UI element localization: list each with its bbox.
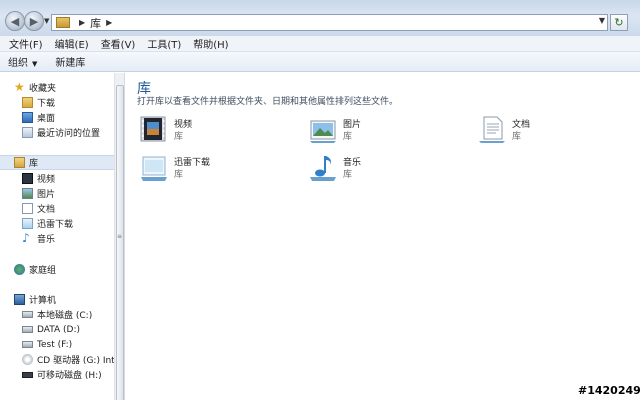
recent-places-icon (22, 127, 33, 138)
nav-item-documents[interactable]: 文档 (22, 201, 55, 216)
nav-item-label: 图片 (37, 190, 56, 200)
documents-library-icon (479, 116, 505, 143)
pictures-library-icon (22, 188, 33, 199)
back-arrow-icon: ◀ (10, 14, 20, 28)
nav-homegroup[interactable]: 家庭组 (14, 262, 56, 277)
nav-drive-g[interactable]: CD 驱动器 (G:) Intelli (22, 352, 114, 367)
organize-button[interactable]: 组织 ▼ (8, 54, 37, 69)
hard-drive-icon (22, 326, 33, 333)
library-content: 库 打开库以查看文件并根据文件夹、日期和其他属性排列这些文件。 视频 库 图片 … (125, 73, 640, 400)
forward-arrow-icon: ▶ (29, 14, 39, 28)
nav-item-label: 下载 (37, 99, 56, 109)
refresh-button[interactable]: ↻ (610, 14, 628, 31)
nav-item-label: 视频 (37, 175, 56, 185)
nav-item-downloads[interactable]: 下载 (22, 95, 55, 110)
image-id-stamp: #1420249 (578, 384, 640, 397)
chevron-down-icon: ▼ (32, 60, 38, 68)
library-icon (14, 157, 25, 168)
nav-item-xunlei-downloads[interactable]: 迅雷下载 (22, 216, 73, 231)
nav-drive-f[interactable]: Test (F:) (22, 337, 72, 352)
title-bar: ◀ ▶ ▼ ▶ 库 ▶ ▼ ↻ (0, 0, 640, 36)
nav-favorites-label: 收藏夹 (29, 84, 57, 94)
tile-type: 库 (343, 132, 353, 142)
menu-edit[interactable]: 编辑(E) (49, 36, 95, 51)
breadcrumb-library[interactable]: 库 (90, 15, 101, 31)
forward-button[interactable]: ▶ (24, 11, 44, 31)
nav-drive-d[interactable]: DATA (D:) (22, 322, 80, 337)
command-bar: 组织 ▼ 新建库 (0, 52, 640, 72)
tile-type: 库 (512, 132, 522, 142)
nav-favorites[interactable]: ★ 收藏夹 (14, 80, 56, 95)
nav-item-pictures[interactable]: 图片 (22, 186, 55, 201)
library-tile-pictures[interactable]: 图片 库 (308, 115, 468, 149)
nav-drive-h[interactable]: 可移动磁盘 (H:) (22, 367, 102, 382)
star-icon: ★ (14, 80, 25, 94)
nav-item-music[interactable]: ♪ 音乐 (22, 231, 55, 246)
nav-item-label: 最近访问的位置 (37, 129, 101, 139)
tile-type: 库 (174, 132, 184, 142)
nav-computer[interactable]: 计算机 (14, 292, 56, 307)
nav-item-desktop[interactable]: 桌面 (22, 110, 55, 125)
recent-pages-dropdown-icon[interactable]: ▼ (44, 17, 49, 25)
nav-item-label: Test (F:) (37, 339, 73, 350)
video-library-icon (140, 116, 166, 142)
menu-help[interactable]: 帮助(H) (187, 36, 234, 51)
nav-scrollbar[interactable]: ≡ (114, 73, 124, 400)
nav-item-label: 可移动磁盘 (H:) (37, 371, 102, 381)
system-drive-icon (22, 311, 33, 318)
library-folder-icon (56, 17, 70, 28)
desktop-icon (22, 112, 33, 123)
library-tile-videos[interactable]: 视频 库 (139, 115, 299, 149)
xunlei-library-icon (141, 156, 167, 181)
menu-tools[interactable]: 工具(T) (141, 36, 187, 51)
video-library-icon (22, 173, 33, 184)
new-library-button[interactable]: 新建库 (55, 54, 85, 69)
music-note-icon (310, 156, 336, 181)
breadcrumb-chevron-icon[interactable]: ▶ (106, 18, 112, 27)
nav-homegroup-label: 家庭组 (29, 266, 57, 276)
nav-item-label: 桌面 (37, 114, 56, 124)
cd-drive-icon (22, 354, 33, 365)
nav-item-label: 本地磁盘 (C:) (37, 311, 93, 321)
computer-icon (14, 294, 25, 305)
nav-item-videos[interactable]: 视频 (22, 171, 55, 186)
nav-item-label: 迅雷下载 (37, 220, 74, 230)
documents-library-icon (22, 203, 33, 214)
menu-bar: 文件(F) 编辑(E) 查看(V) 工具(T) 帮助(H) (0, 36, 640, 52)
tile-type: 库 (343, 170, 353, 180)
nav-computer-label: 计算机 (29, 296, 57, 306)
back-button[interactable]: ◀ (5, 11, 25, 31)
refresh-icon: ↻ (614, 16, 624, 29)
nav-libraries-label: 库 (29, 159, 39, 169)
hard-drive-icon (22, 341, 33, 348)
address-bar[interactable]: ▶ 库 ▶ ▼ (51, 14, 608, 31)
nav-item-label: 音乐 (37, 235, 56, 245)
menu-file[interactable]: 文件(F) (3, 36, 49, 51)
page-subtitle: 打开库以查看文件并根据文件夹、日期和其他属性排列这些文件。 (137, 97, 399, 107)
organize-label: 组织 (8, 58, 28, 69)
nav-libraries[interactable]: 库 (0, 155, 114, 170)
library-tile-xunlei-downloads[interactable]: 迅雷下载 库 (139, 153, 299, 187)
library-tile-documents[interactable]: 文档 库 (477, 115, 637, 149)
pictures-library-icon (310, 120, 336, 143)
breadcrumb-chevron-icon[interactable]: ▶ (79, 18, 85, 27)
homegroup-icon (14, 264, 25, 275)
navigation-pane: ★ 收藏夹 下载 桌面 最近访问的位置 库 视频 图片 文档 迅雷下载 ♪ 音乐 家… (0, 73, 114, 400)
library-tile-music[interactable]: 音乐 库 (308, 153, 468, 187)
removable-drive-icon (22, 371, 33, 378)
xunlei-library-icon (22, 218, 33, 229)
tile-type: 库 (174, 170, 184, 180)
nav-item-label: DATA (D:) (37, 324, 81, 335)
nav-drive-c[interactable]: 本地磁盘 (C:) (22, 307, 92, 322)
scrollbar-thumb[interactable] (116, 85, 124, 400)
nav-item-label: CD 驱动器 (G:) Intelli (37, 356, 114, 366)
nav-item-recent-places[interactable]: 最近访问的位置 (22, 125, 100, 140)
scrollbar-grip-icon: ≡ (117, 233, 123, 240)
nav-item-label: 文档 (37, 205, 56, 215)
download-folder-icon (22, 97, 33, 108)
address-dropdown-icon[interactable]: ▼ (599, 16, 605, 25)
music-note-icon: ♪ (22, 231, 30, 245)
menu-view[interactable]: 查看(V) (95, 36, 142, 51)
